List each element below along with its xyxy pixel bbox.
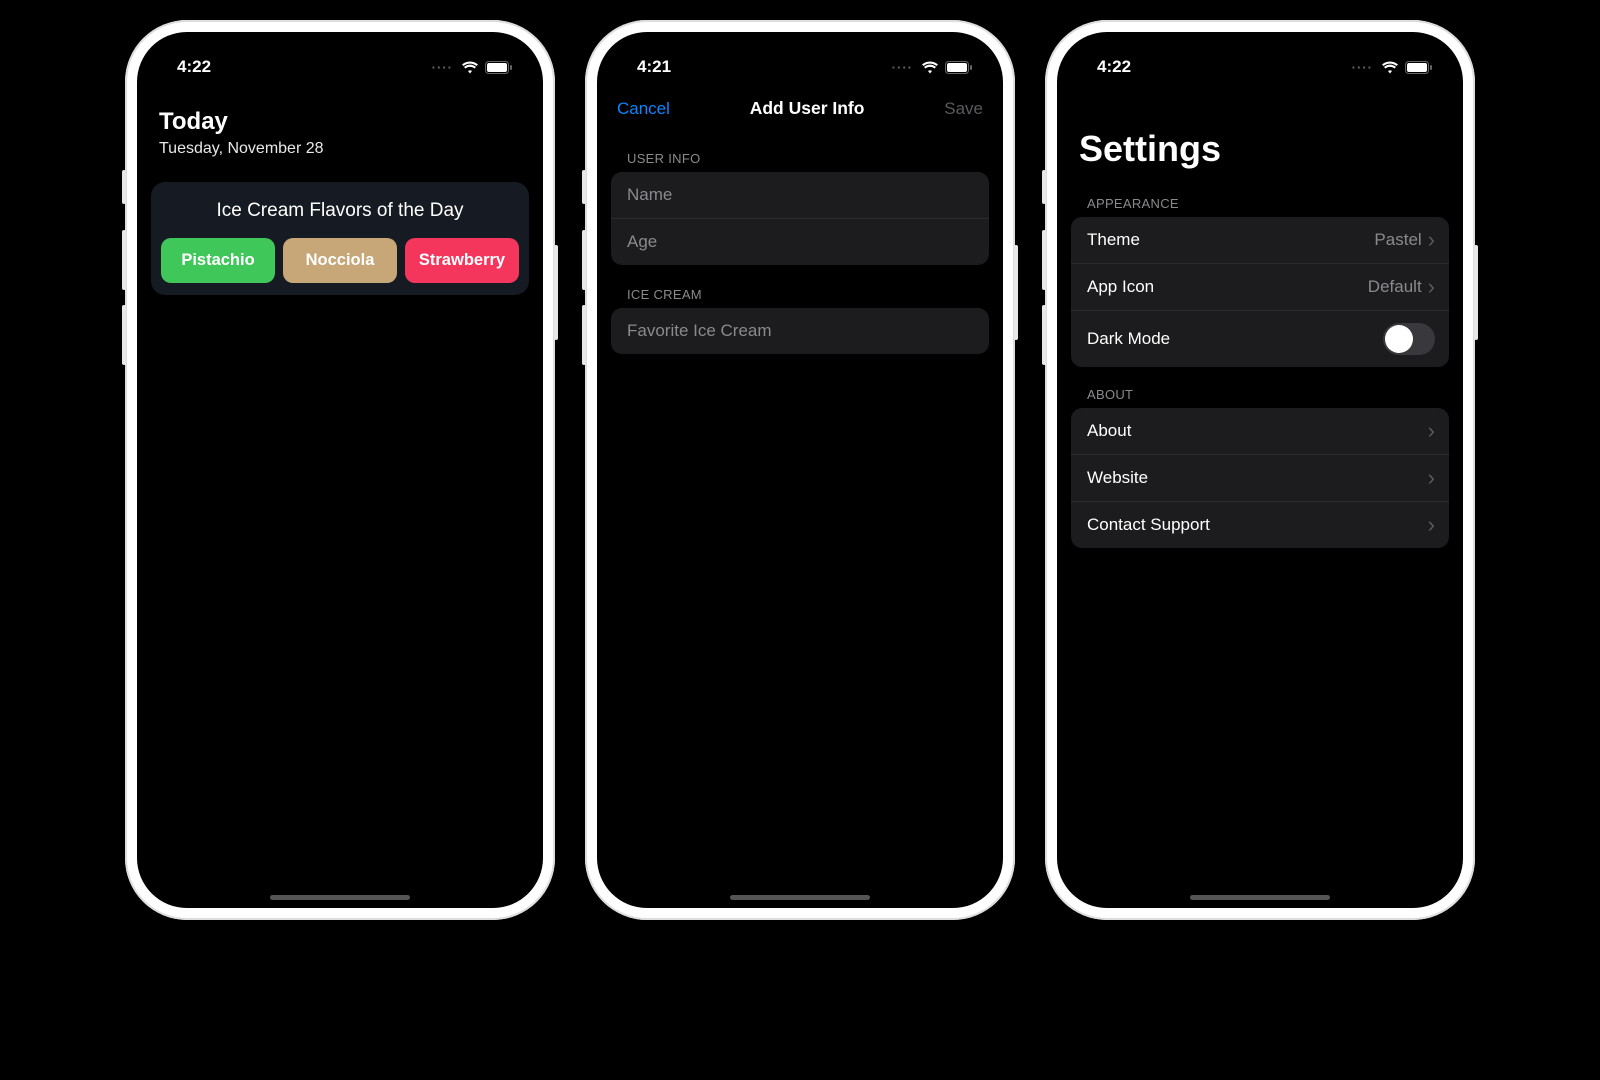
flavor-pistachio[interactable]: Pistachio: [161, 238, 275, 283]
card-title: Ice Cream Flavors of the Day: [161, 200, 519, 222]
app-icon-label: App Icon: [1087, 277, 1368, 297]
home-indicator[interactable]: [1190, 895, 1330, 900]
name-field[interactable]: Name: [611, 172, 989, 219]
flavors-card: Ice Cream Flavors of the Day Pistachio N…: [151, 182, 529, 295]
home-indicator[interactable]: [730, 895, 870, 900]
section-user-info: USER INFO: [597, 129, 1003, 172]
chevron-right-icon: ›: [1428, 420, 1435, 442]
chevron-right-icon: ›: [1428, 229, 1435, 251]
battery-icon: [485, 61, 513, 74]
page-title: Today: [159, 108, 521, 136]
status-time: 4:21: [637, 57, 671, 77]
dark-mode-label: Dark Mode: [1087, 329, 1383, 349]
cellular-icon: ····: [892, 60, 913, 75]
wifi-icon: [1381, 61, 1399, 74]
phone-add-user: 4:21 ···· Cancel Add User Info Save USER…: [585, 20, 1015, 920]
cellular-icon: ····: [432, 60, 453, 75]
status-time: 4:22: [177, 57, 211, 77]
app-icon-row[interactable]: App Icon Default ›: [1071, 264, 1449, 311]
theme-label: Theme: [1087, 230, 1374, 250]
section-ice-cream: ICE CREAM: [597, 265, 1003, 308]
flavor-strawberry[interactable]: Strawberry: [405, 238, 519, 283]
dark-mode-switch[interactable]: [1383, 323, 1435, 355]
about-row[interactable]: About ›: [1071, 408, 1449, 455]
nav-bar: Cancel Add User Info Save: [597, 86, 1003, 129]
cellular-icon: ····: [1352, 60, 1373, 75]
wifi-icon: [921, 61, 939, 74]
home-indicator[interactable]: [270, 895, 410, 900]
chevron-right-icon: ›: [1428, 467, 1435, 489]
contact-support-row[interactable]: Contact Support ›: [1071, 502, 1449, 548]
save-button[interactable]: Save: [944, 99, 983, 119]
nav-title: Add User Info: [750, 98, 865, 119]
chevron-right-icon: ›: [1428, 276, 1435, 298]
theme-value: Pastel: [1374, 230, 1421, 250]
phone-today: 4:22 ···· Today Tuesday, November 28 Ice…: [125, 20, 555, 920]
dark-mode-row: Dark Mode: [1071, 311, 1449, 367]
status-time: 4:22: [1097, 57, 1131, 77]
theme-row[interactable]: Theme Pastel ›: [1071, 217, 1449, 264]
age-field[interactable]: Age: [611, 219, 989, 265]
app-icon-value: Default: [1368, 277, 1422, 297]
phone-settings: 4:22 ···· Settings APPEARANCE Theme Past…: [1045, 20, 1475, 920]
flavor-nocciola[interactable]: Nocciola: [283, 238, 397, 283]
battery-icon: [945, 61, 973, 74]
cancel-button[interactable]: Cancel: [617, 99, 670, 119]
website-row[interactable]: Website ›: [1071, 455, 1449, 502]
section-appearance: APPEARANCE: [1057, 176, 1463, 217]
page-date: Tuesday, November 28: [159, 140, 521, 158]
chevron-right-icon: ›: [1428, 514, 1435, 536]
section-about: ABOUT: [1057, 367, 1463, 408]
battery-icon: [1405, 61, 1433, 74]
wifi-icon: [461, 61, 479, 74]
page-title: Settings: [1057, 86, 1463, 176]
favorite-ice-cream-field[interactable]: Favorite Ice Cream: [611, 308, 989, 354]
